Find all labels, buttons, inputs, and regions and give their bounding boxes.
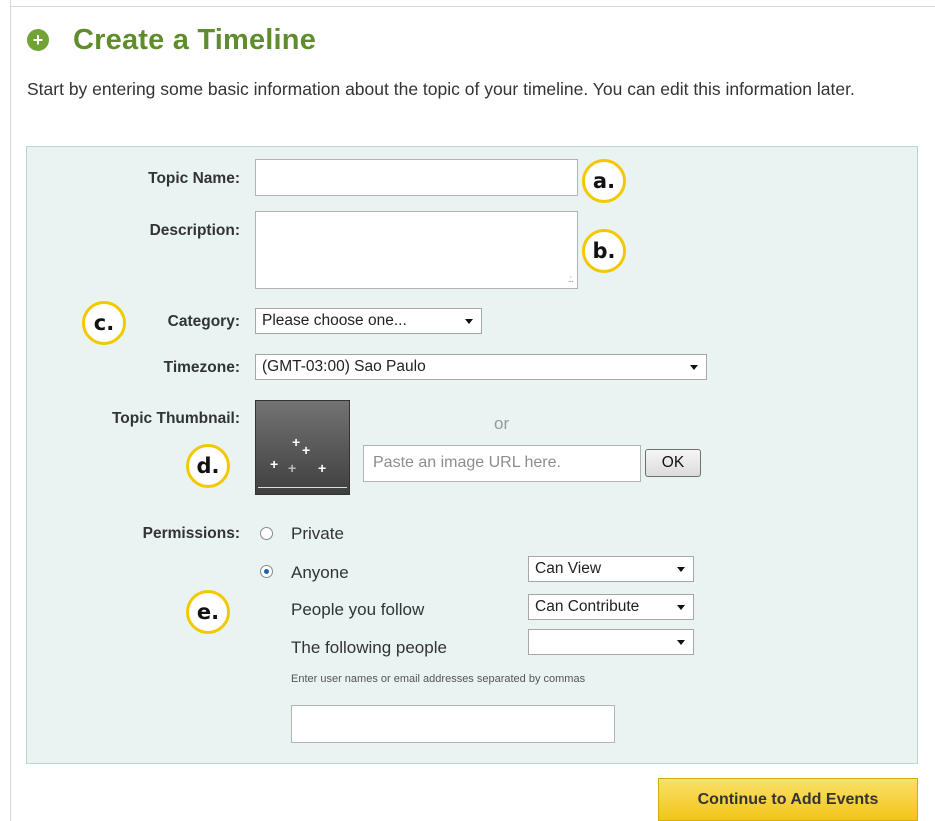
anyone-permission-select[interactable]: Can View xyxy=(528,556,694,582)
callout-d: d. xyxy=(186,444,230,488)
callout-a: a. xyxy=(582,159,626,203)
private-label: Private xyxy=(291,524,344,543)
plus-circle-icon: + xyxy=(27,29,49,51)
ok-button[interactable]: OK xyxy=(645,449,701,477)
people-follow-label: People you follow xyxy=(291,600,425,619)
caret-down-icon xyxy=(465,319,473,324)
sparkle-icon: + xyxy=(270,456,279,472)
page-border xyxy=(10,0,11,821)
sparkle-icon: + xyxy=(288,460,297,476)
resize-grip-icon[interactable]: .:. xyxy=(568,275,574,285)
following-people-label: The following people xyxy=(291,638,447,657)
image-url-input[interactable]: Paste an image URL here. xyxy=(363,445,641,482)
people-input[interactable] xyxy=(291,705,615,743)
people-hint: Enter user names or email addresses sepa… xyxy=(291,673,586,685)
following-people-permission-select[interactable] xyxy=(528,629,694,655)
timezone-select[interactable]: (GMT-03:00) Sao Paulo xyxy=(255,354,707,380)
timezone-label: Timezone: xyxy=(163,359,240,376)
caret-down-icon xyxy=(690,365,698,370)
description-label: Description: xyxy=(149,222,240,239)
people-follow-permission-value: Can Contribute xyxy=(535,598,640,615)
continue-button[interactable]: Continue to Add Events xyxy=(658,778,918,821)
category-select[interactable]: Please choose one... xyxy=(255,308,482,334)
caret-down-icon xyxy=(677,640,685,645)
intro-text: Start by entering some basic information… xyxy=(27,79,855,99)
anyone-permission-value: Can View xyxy=(535,560,602,577)
page-title: Create a Timeline xyxy=(73,23,317,56)
private-radio[interactable] xyxy=(260,527,273,540)
caret-down-icon xyxy=(677,605,685,610)
people-follow-permission-select[interactable]: Can Contribute xyxy=(528,594,694,620)
anyone-label: Anyone xyxy=(291,563,349,582)
sparkle-icon: + xyxy=(318,460,327,476)
topic-name-label: Topic Name: xyxy=(148,170,240,187)
page-header: + Create a Timeline xyxy=(27,22,316,58)
anyone-radio[interactable] xyxy=(260,565,273,578)
sparkle-icon: + xyxy=(292,434,301,450)
description-textarea[interactable]: .:. xyxy=(255,211,578,289)
callout-c: c. xyxy=(82,301,126,345)
caret-down-icon xyxy=(677,567,685,572)
thumbnail-image[interactable]: + + + + + xyxy=(255,400,350,495)
thumbnail-label: Topic Thumbnail: xyxy=(111,410,240,427)
topic-name-input[interactable] xyxy=(255,159,578,196)
permissions-label: Permissions: xyxy=(142,525,240,542)
ruler-line xyxy=(258,487,347,488)
callout-b: b. xyxy=(582,229,626,273)
page-border-top xyxy=(10,6,935,7)
timezone-select-value: (GMT-03:00) Sao Paulo xyxy=(262,358,426,375)
callout-e: e. xyxy=(186,590,230,634)
category-select-value: Please choose one... xyxy=(262,312,407,329)
or-separator: or xyxy=(494,414,510,433)
sparkle-icon: + xyxy=(302,442,311,458)
